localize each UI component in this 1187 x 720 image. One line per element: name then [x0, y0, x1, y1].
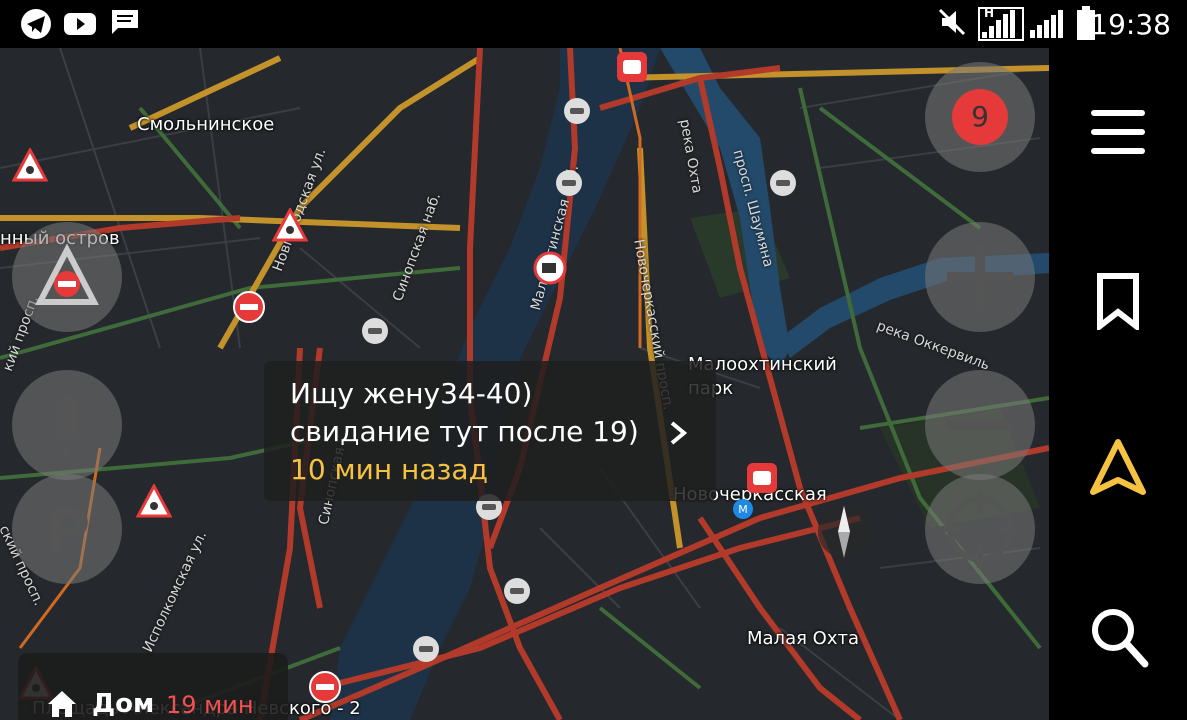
metro-icon[interactable]: M [732, 498, 754, 520]
label-malaya-okhta: Малая Охта [747, 628, 859, 649]
chat-bubble-icon-6[interactable] [502, 576, 532, 606]
home-icon [48, 691, 76, 717]
popup-line-1: Ищу жену34-40) [290, 377, 533, 410]
road-closed-icon[interactable] [232, 290, 266, 324]
clock: 19:38 [1090, 8, 1171, 41]
warning-triangle-icon [35, 243, 99, 305]
chat-bubble-icon-2[interactable] [554, 168, 584, 198]
menu-icon[interactable] [1089, 106, 1147, 158]
voice-search-button[interactable] [12, 370, 122, 480]
accident-icon-2[interactable] [745, 461, 779, 495]
microphone-icon [44, 394, 90, 458]
map-view[interactable]: Смольнинское нный остров Малоохтинский п… [0, 48, 1049, 720]
traffic-events-button[interactable] [12, 222, 122, 332]
navigation-arrow-icon[interactable] [1089, 438, 1147, 498]
parking-icon: P [44, 496, 91, 570]
route-eta: 19 мин [166, 691, 254, 719]
youtube-icon [64, 13, 96, 35]
bookmark-icon[interactable] [1094, 272, 1142, 330]
chat-bubble-icon-3[interactable] [768, 168, 798, 198]
parking-button[interactable]: P [12, 474, 122, 584]
label-smolninskoe: Смольнинское [137, 114, 275, 135]
roadwork-icon-3[interactable] [136, 484, 172, 518]
plus-icon [947, 244, 1013, 310]
popup-time-ago: 10 мин назад [290, 453, 488, 486]
minus-icon [947, 420, 1013, 430]
svg-text:P: P [44, 496, 91, 570]
chat-bubble-icon[interactable] [562, 96, 592, 126]
road-closed-icon-2[interactable] [308, 670, 342, 704]
traffic-score: 9 [971, 100, 989, 133]
signal-2-icon [1030, 10, 1063, 38]
route-home-card[interactable]: Дом 19 мин [18, 653, 288, 720]
locate-icon [941, 490, 1019, 568]
user-message-popup[interactable]: Ищу жену34-40) свидание тут после 19) 10… [264, 361, 716, 501]
roadwork-icon-2[interactable] [272, 208, 308, 242]
my-location-button[interactable] [925, 474, 1035, 584]
camera-icon[interactable] [533, 251, 567, 285]
roadwork-icon[interactable] [12, 148, 48, 182]
chat-bubble-icon-7[interactable] [411, 634, 441, 664]
message-icon [112, 10, 138, 34]
telegram-icon [21, 9, 51, 39]
mute-icon [938, 8, 966, 36]
chevron-right-icon [670, 421, 688, 445]
chat-bubble-icon-4[interactable] [360, 316, 390, 346]
accident-icon[interactable] [615, 50, 649, 84]
popup-line-2: свидание тут после 19) [290, 415, 639, 448]
zoom-out-button[interactable] [925, 370, 1035, 480]
zoom-in-button[interactable] [925, 222, 1035, 332]
side-panel [1049, 48, 1187, 720]
compass-icon[interactable] [816, 500, 872, 564]
route-destination: Дом [92, 689, 155, 719]
search-icon[interactable] [1089, 606, 1149, 668]
status-bar: H 19:38 [0, 0, 1187, 48]
svg-text:M: M [738, 503, 748, 516]
traffic-button[interactable]: 9 [925, 62, 1035, 172]
network-type-label: H [984, 6, 995, 20]
